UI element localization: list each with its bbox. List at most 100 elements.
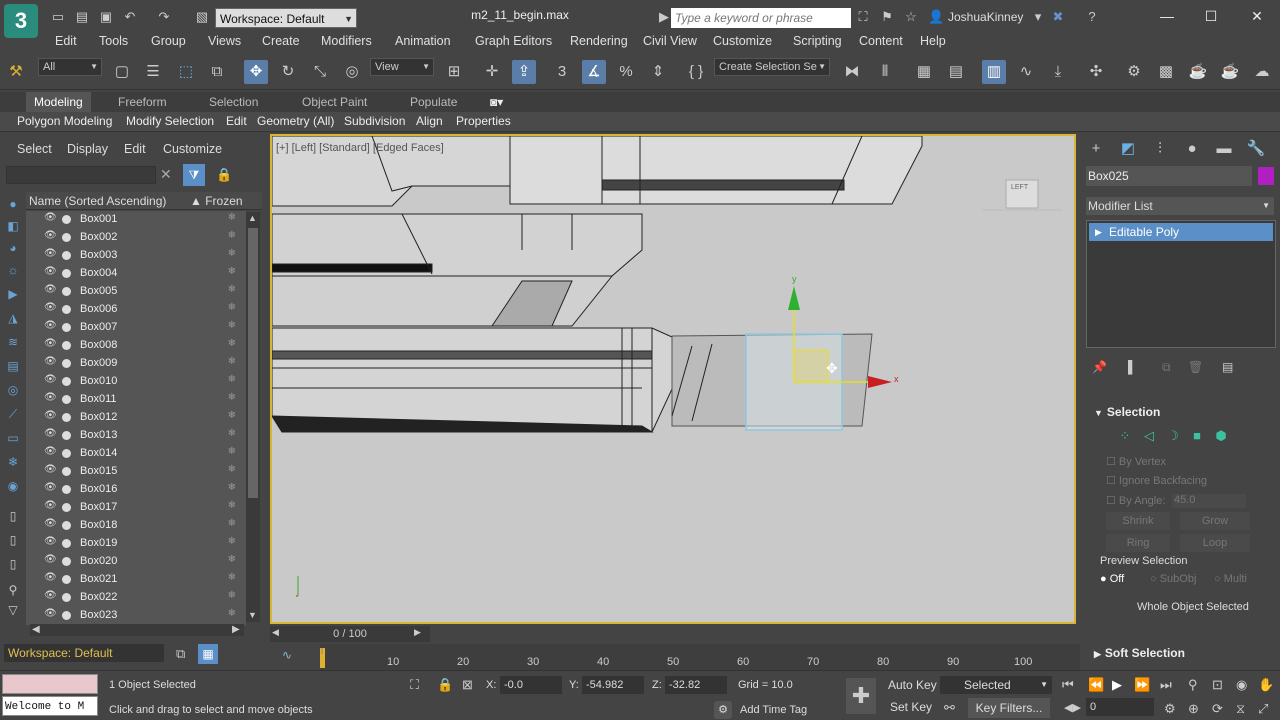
workspace-selector[interactable]: Workspace: Default (4, 644, 164, 662)
explorer-mode-icon[interactable]: ▦ (198, 644, 218, 664)
pin-stack-icon[interactable]: 📌 (1092, 360, 1107, 374)
by-vertex-checkbox[interactable]: ☐ By Vertex (1106, 455, 1166, 468)
absolute-mode-icon[interactable]: ⊠ (462, 677, 473, 693)
maximize-viewport-icon[interactable]: ⤢ (1258, 701, 1268, 717)
render-toggle-icon[interactable] (62, 215, 71, 224)
render-toggle-icon[interactable] (62, 413, 71, 422)
frozen-icon[interactable]: ❄ (228, 428, 236, 439)
list-item[interactable]: 👁 Box005 ❄ (26, 283, 246, 301)
zoom-all-icon[interactable]: ⊕ (1188, 701, 1199, 717)
element-mode-icon[interactable]: ⬢ (1213, 428, 1229, 444)
se-menu-edit[interactable]: Edit (124, 142, 146, 156)
scroll-right-icon[interactable]: ▶ (232, 624, 240, 635)
bones-filter-icon[interactable]: ⟋ (5, 406, 21, 422)
render-a360-icon[interactable]: ☁ (1250, 60, 1274, 84)
scroll-left-icon[interactable]: ◀ (32, 624, 40, 635)
list-item[interactable]: 👁 Box012 ❄ (26, 409, 246, 427)
redo-icon[interactable]: ↷ (156, 10, 172, 24)
list-item[interactable]: 👁 Box010 ❄ (26, 373, 246, 391)
menu-group[interactable]: Group (151, 34, 186, 48)
frozen-icon[interactable]: ❄ (228, 446, 236, 457)
user-dropdown-icon[interactable]: ▾ (1030, 10, 1046, 24)
scene-explorer-icon[interactable]: ▦ (912, 60, 936, 84)
display-tab-icon[interactable]: ▬ (1213, 138, 1235, 160)
play-icon[interactable]: ▶ (1112, 677, 1122, 693)
curve-editor-icon[interactable]: ∿ (1014, 60, 1038, 84)
object-name-field[interactable]: Box025 (1086, 166, 1252, 186)
list-item[interactable]: 👁 Box002 ❄ (26, 229, 246, 247)
align-icon[interactable]: ⫴ (873, 60, 897, 84)
create-tab-icon[interactable]: + (1085, 138, 1107, 160)
render-toggle-icon[interactable] (62, 395, 71, 404)
lights-filter-icon[interactable]: ☼ (5, 262, 21, 278)
set-key-button[interactable]: Set Key (890, 700, 932, 714)
lock-icon[interactable]: 🔒 (216, 167, 232, 183)
shapes-filter-icon[interactable]: ◕ (5, 240, 21, 256)
snaps-toggle-icon[interactable]: 3 (550, 60, 574, 84)
render-toggle-icon[interactable] (62, 449, 71, 458)
named-selection-dropdown[interactable]: Create Selection Se ▼ (714, 58, 830, 76)
viewport-label[interactable]: [+] [Left] [Standard] [Edged Faces] (276, 142, 444, 154)
frozen-icon[interactable]: ❄ (228, 284, 236, 295)
use-pivot-icon[interactable]: ⊞ (442, 60, 466, 84)
eye-icon[interactable]: 👁 (44, 248, 57, 259)
eye-icon[interactable]: 👁 (44, 572, 57, 583)
render-toggle-icon[interactable] (62, 377, 71, 386)
ignore-backfacing-checkbox[interactable]: ☐ Ignore Backfacing (1106, 474, 1207, 487)
project-icon[interactable]: ▧ (194, 10, 210, 24)
render-toggle-icon[interactable] (62, 287, 71, 296)
menu-views[interactable]: Views (208, 34, 241, 48)
menu-rendering[interactable]: Rendering (570, 34, 628, 48)
frozen-icon[interactable]: ❄ (228, 572, 236, 583)
render-toggle-icon[interactable] (62, 233, 71, 242)
ribbon-options-icon[interactable]: ◙▾ (490, 95, 503, 109)
object-color-swatch[interactable] (1258, 167, 1274, 185)
explorer-scroll-thumb[interactable] (248, 228, 258, 498)
undo-icon[interactable]: ↶ (122, 10, 138, 24)
frozen-icon[interactable]: ❄ (228, 392, 236, 403)
panel-geometry-all[interactable]: Geometry (All) (257, 114, 334, 128)
x-coordinate-field[interactable]: -0.0 (500, 676, 562, 694)
eye-icon[interactable]: 👁 (44, 230, 57, 241)
eye-icon[interactable]: 👁 (44, 302, 57, 313)
select-by-name-icon[interactable]: ☰ (141, 60, 165, 84)
frozen-icon[interactable]: ❄ (228, 518, 236, 529)
eye-icon[interactable]: 👁 (44, 284, 57, 295)
frozen-icon[interactable]: ❄ (228, 338, 236, 349)
time-slider[interactable]: 0 / 100 (270, 626, 430, 642)
frozen-icon[interactable]: ❄ (228, 230, 236, 241)
render-toggle-icon[interactable] (62, 521, 71, 530)
list-item[interactable]: 👁 Box001 ❄ (26, 211, 246, 229)
invert-filter-icon[interactable]: ▯ (5, 556, 21, 572)
y-coordinate-field[interactable]: -54.982 (582, 676, 644, 694)
orbit-icon[interactable]: ⟳ (1212, 701, 1223, 717)
list-item[interactable]: 👁 Box017 ❄ (26, 499, 246, 517)
eye-icon[interactable]: 👁 (44, 500, 57, 511)
binoculars-icon[interactable]: ⛶ (855, 10, 871, 24)
keyboard-shortcut-icon[interactable]: ⇪ (512, 60, 536, 84)
toggle-ribbon-icon[interactable]: ▥ (982, 60, 1006, 84)
eye-icon[interactable]: 👁 (44, 518, 57, 529)
auto-key-button[interactable]: Auto Key (888, 678, 937, 692)
menu-tools[interactable]: Tools (99, 34, 128, 48)
geometry-filter-icon[interactable]: ◧ (5, 218, 21, 234)
explorer-hscrollbar[interactable] (30, 624, 244, 636)
eye-icon[interactable]: 👁 (44, 356, 57, 367)
panel-subdivision[interactable]: Subdivision (344, 114, 405, 128)
goto-end-icon[interactable]: ⏭ (1160, 677, 1172, 693)
eye-icon[interactable]: 👁 (44, 428, 57, 439)
z-coordinate-field[interactable]: -32.82 (665, 676, 727, 694)
modify-tab-icon[interactable]: ◩ (1117, 138, 1139, 160)
exchange-icon[interactable]: ✖ (1050, 10, 1066, 24)
render-toggle-icon[interactable] (62, 593, 71, 602)
mini-curve-editor-icon[interactable]: ∿ (282, 648, 292, 662)
eye-icon[interactable]: 👁 (44, 482, 57, 493)
containers-filter-icon[interactable]: ▭ (5, 430, 21, 446)
render-toggle-icon[interactable] (62, 467, 71, 476)
help-icon[interactable]: ? (1084, 10, 1100, 24)
modifier-list-dropdown[interactable]: Modifier List ▼ (1086, 197, 1274, 215)
maxscript-listener-input[interactable] (2, 674, 98, 694)
scene-search-input[interactable] (6, 166, 156, 184)
user-icon[interactable]: 👤 (928, 10, 944, 24)
next-key-icon[interactable]: ⏩ (1134, 677, 1150, 693)
